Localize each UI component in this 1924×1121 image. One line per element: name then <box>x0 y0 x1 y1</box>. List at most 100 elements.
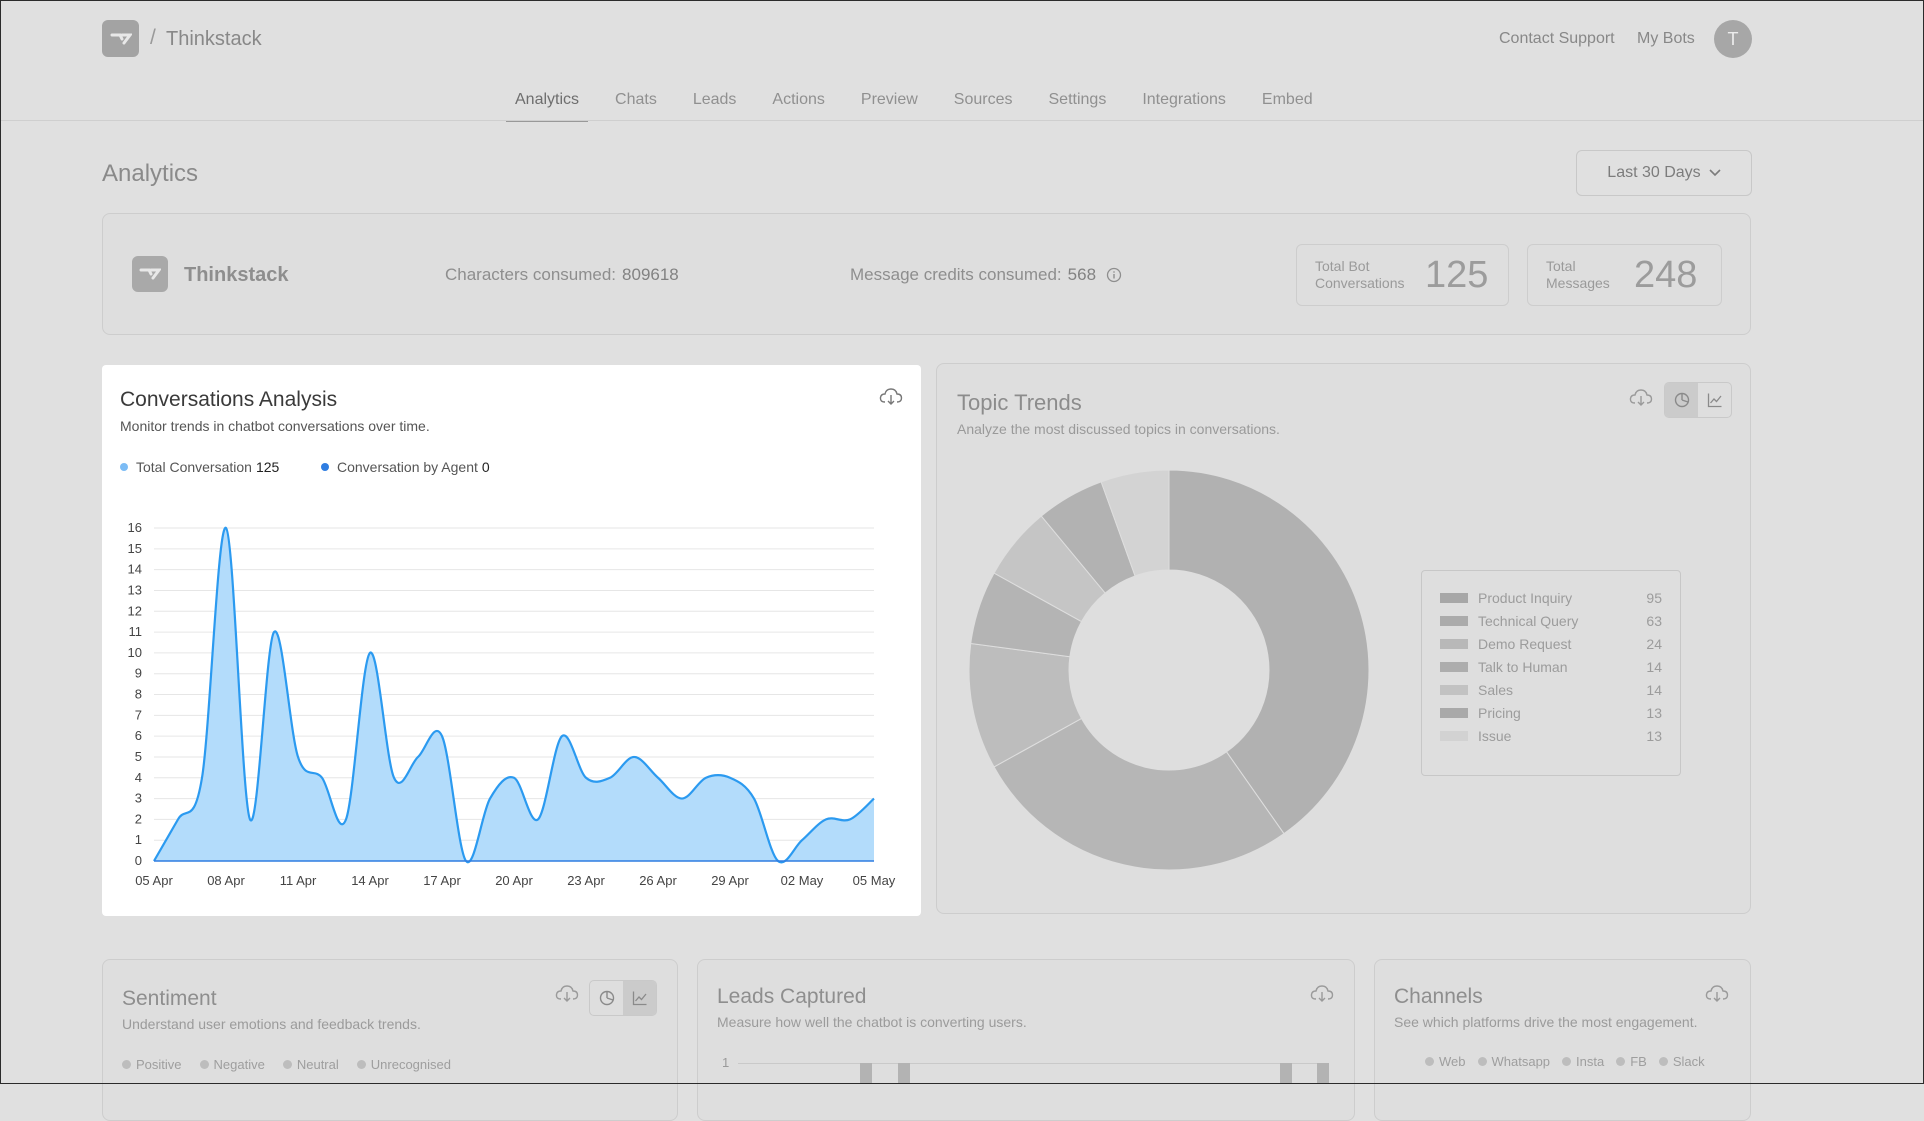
legend-conversation-by-agent: Conversation by Agent 0 <box>321 459 490 475</box>
characters-value: 809618 <box>622 265 679 284</box>
x-tick-label: 08 Apr <box>207 873 245 888</box>
tab-chats[interactable]: Chats <box>606 86 666 120</box>
y-tick-label: 2 <box>135 811 142 826</box>
lead-bar <box>898 1063 910 1083</box>
x-tick-label: 11 Apr <box>280 873 317 888</box>
y-tick-label: 15 <box>128 541 142 556</box>
x-tick-label: 05 May <box>853 873 896 888</box>
conversations-chart: 01234567891011121314151605 Apr 08 Apr 11 A… <box>128 520 896 888</box>
legend-item-insta: Insta <box>1562 1054 1604 1069</box>
pie-chart-icon <box>1674 392 1689 408</box>
x-tick-label: 02 May <box>781 873 824 888</box>
y-tick-label: 11 <box>129 624 143 639</box>
leads-captured-card: Leads Captured Measure how well the chat… <box>697 959 1355 1121</box>
tab-preview[interactable]: Preview <box>852 86 927 120</box>
x-tick-label: 29 Apr <box>711 873 749 888</box>
legend-swatch <box>1440 685 1468 695</box>
y-tick-label: 1 <box>722 1055 730 1070</box>
y-tick-label: 10 <box>128 645 142 660</box>
tab-settings[interactable]: Settings <box>1040 86 1116 120</box>
legend-item-talk-to-human: Talk to Human 14 <box>1440 657 1662 677</box>
download-cloud-icon[interactable] <box>1310 984 1334 1004</box>
avatar[interactable]: T <box>1714 20 1752 58</box>
info-icon[interactable] <box>1106 267 1122 283</box>
thinkstack-logo[interactable] <box>102 20 139 57</box>
logo-mark-icon <box>110 33 132 44</box>
breadcrumb-brand[interactable]: Thinkstack <box>166 28 262 51</box>
pie-view-button[interactable] <box>1665 383 1698 417</box>
tab-sources[interactable]: Sources <box>945 86 1022 120</box>
message-credits-consumed: Message credits consumed: 568 <box>850 265 1122 285</box>
legend-swatch <box>1440 731 1468 741</box>
contact-support-link[interactable]: Contact Support <box>1499 30 1615 48</box>
card-title: Conversations Analysis <box>120 388 338 411</box>
gridline <box>738 1063 1328 1064</box>
y-tick-label: 13 <box>128 582 142 597</box>
y-tick-label: 9 <box>135 666 142 681</box>
lead-bar <box>1280 1063 1292 1083</box>
tab-integrations[interactable]: Integrations <box>1133 86 1235 120</box>
line-chart-icon <box>632 991 647 1006</box>
y-tick-label: 8 <box>135 687 142 702</box>
download-cloud-icon[interactable] <box>1629 388 1653 408</box>
lead-bar <box>860 1063 872 1083</box>
bot-name: Thinkstack <box>184 264 289 286</box>
legend-item-web: Web <box>1425 1054 1466 1069</box>
channels-legend: Web Whatsapp Insta FB Slack <box>1425 1054 1705 1069</box>
card-subtitle: Measure how well the chatbot is converti… <box>717 1014 1027 1030</box>
y-tick-label: 12 <box>128 603 142 618</box>
tab-actions[interactable]: Actions <box>763 86 833 120</box>
legend-item-whatsapp: Whatsapp <box>1477 1054 1550 1069</box>
card-subtitle: See which platforms drive the most engag… <box>1394 1014 1698 1030</box>
kpi-total-messages: Total Messages 248 <box>1527 244 1722 306</box>
legend-item-negative: Negative <box>199 1057 265 1072</box>
x-tick-label: 26 Apr <box>639 873 677 888</box>
download-cloud-icon[interactable] <box>879 387 903 407</box>
card-subtitle: Understand user emotions and feedback tr… <box>122 1016 421 1032</box>
y-tick-label: 1 <box>135 832 142 847</box>
chevron-down-icon <box>1709 169 1721 177</box>
date-range-label: Last 30 Days <box>1607 164 1701 181</box>
y-tick-label: 0 <box>135 853 142 868</box>
y-tick-label: 5 <box>135 749 142 764</box>
pie-chart-icon <box>599 990 614 1006</box>
series-area-total-conversation <box>154 527 874 863</box>
download-cloud-icon[interactable] <box>1705 984 1729 1004</box>
legend-swatch <box>1440 616 1468 626</box>
main-nav: Analytics Chats Leads Actions Preview So… <box>506 86 1340 122</box>
download-cloud-icon[interactable] <box>555 984 579 1004</box>
legend-item-sales: Sales 14 <box>1440 680 1662 700</box>
conversations-analysis-card: Conversations Analysis Monitor trends in… <box>102 365 921 916</box>
my-bots-link[interactable]: My Bots <box>1637 30 1695 48</box>
card-subtitle: Analyze the most discussed topics in con… <box>957 421 1280 437</box>
characters-consumed: Characters consumed: 809618 <box>445 265 679 284</box>
tab-leads[interactable]: Leads <box>684 86 746 120</box>
chart-type-toggle <box>1664 382 1732 418</box>
card-title: Sentiment <box>122 987 217 1010</box>
pie-view-button[interactable] <box>590 981 623 1015</box>
channels-card: Channels See which platforms drive the m… <box>1374 959 1751 1121</box>
legend-swatch <box>1440 593 1468 603</box>
line-chart-icon <box>1707 393 1722 408</box>
y-tick-label: 14 <box>128 562 142 577</box>
legend-item-demo-request: Demo Request 24 <box>1440 634 1662 654</box>
card-title: Channels <box>1394 985 1483 1008</box>
x-tick-label: 23 Apr <box>567 873 605 888</box>
line-view-button[interactable] <box>623 981 656 1015</box>
kpi-value: 248 <box>1634 253 1698 296</box>
legend-dot <box>321 463 329 471</box>
y-tick-label: 16 <box>128 520 142 535</box>
tab-analytics[interactable]: Analytics <box>506 86 589 122</box>
tab-embed[interactable]: Embed <box>1253 86 1322 120</box>
legend-swatch <box>1440 639 1468 649</box>
topic-trends-card: Topic Trends Analyze the most discussed … <box>936 363 1751 914</box>
x-tick-label: 17 Apr <box>423 873 461 888</box>
legend-item-technical-query: Technical Query 63 <box>1440 611 1662 631</box>
line-view-button[interactable] <box>1698 383 1731 417</box>
legend-item-positive: Positive <box>122 1057 182 1072</box>
page-title: Analytics <box>102 160 199 187</box>
y-tick-label: 3 <box>135 791 142 806</box>
legend-item-neutral: Neutral <box>282 1057 339 1072</box>
date-range-dropdown[interactable]: Last 30 Days <box>1576 150 1752 196</box>
x-tick-label: 14 Apr <box>351 873 389 888</box>
